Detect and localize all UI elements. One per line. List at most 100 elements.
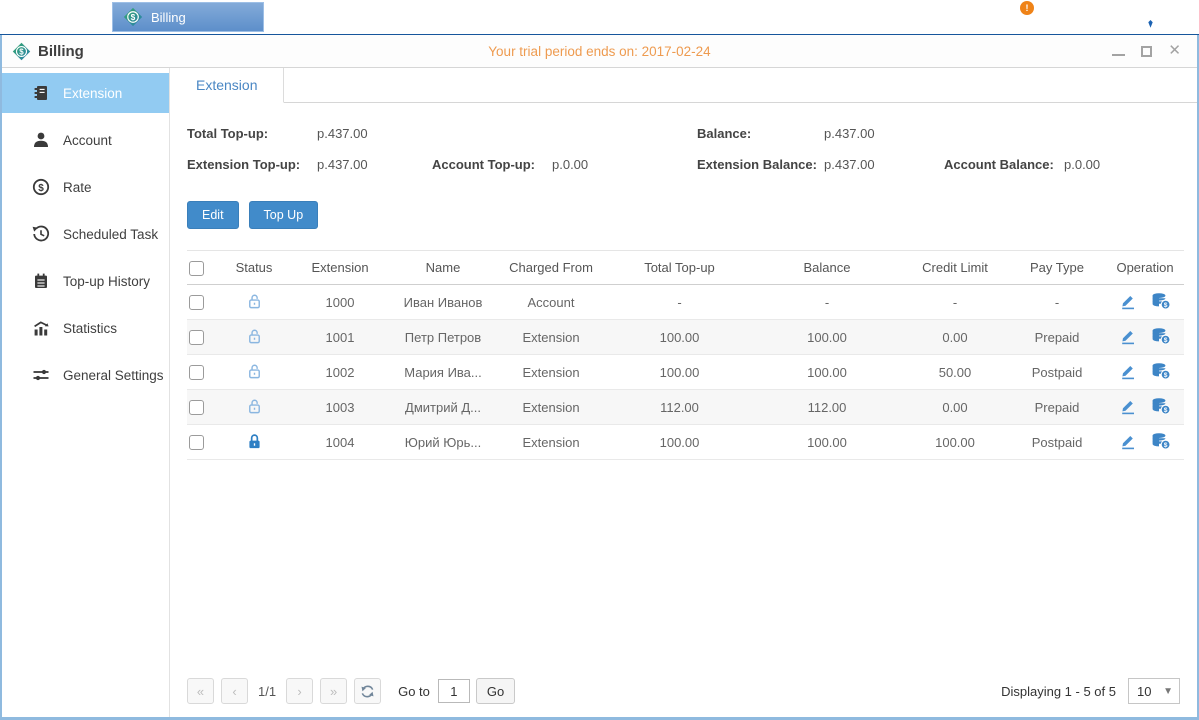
svg-text:$: $ — [19, 47, 24, 56]
history-clock-icon — [32, 225, 50, 243]
stats-chart-icon — [32, 319, 50, 337]
edit-icon[interactable] — [1119, 432, 1137, 453]
topup-button[interactable]: Top Up — [249, 201, 319, 229]
chevron-down-icon: ▼ — [1163, 686, 1173, 697]
toolbar: Edit Top Up — [187, 201, 1197, 229]
topup-coins-icon[interactable]: $ — [1151, 292, 1171, 313]
close-icon[interactable]: ✕ — [1168, 43, 1181, 59]
pay-type-cell: Postpaid — [1008, 425, 1106, 460]
status-cell — [219, 285, 289, 320]
summary-panel: Total Top-up: p.437.00 Balance: p.437.00… — [170, 103, 1197, 180]
edit-icon[interactable] — [1119, 292, 1137, 313]
sidebar-item-rate[interactable]: $ Rate — [2, 167, 169, 207]
sidebar-item-scheduled-task[interactable]: Scheduled Task — [2, 214, 169, 254]
messages-icon[interactable]: ! — [1001, 7, 1026, 28]
balance-cell: 112.00 — [752, 390, 902, 425]
edit-icon[interactable] — [1119, 362, 1137, 383]
topup-coins-icon[interactable]: $ — [1151, 327, 1171, 348]
pagination-bar: « ‹ 1/1 › » Go to Go Displaying — [170, 678, 1197, 717]
goto-label: Go to — [398, 684, 430, 699]
sidebar-item-top-up-history[interactable]: Top-up History — [2, 261, 169, 301]
total-topup-cell: 100.00 — [607, 425, 752, 460]
minimize-icon[interactable] — [1112, 43, 1125, 59]
person-icon — [32, 131, 50, 149]
topup-coins-icon[interactable]: $ — [1151, 362, 1171, 383]
col-name: Name — [391, 251, 495, 285]
edit-icon[interactable] — [1119, 397, 1137, 418]
extension-cell: 1000 — [289, 285, 391, 320]
sidebar-item-extension[interactable]: Extension — [2, 73, 169, 113]
col-charged-from: Charged From — [495, 251, 607, 285]
svg-text:$: $ — [1164, 407, 1168, 414]
total-topup-value: p.437.00 — [317, 126, 432, 141]
table-row[interactable]: 1000Иван ИвановAccount----$ — [187, 285, 1184, 320]
account-topup-label: Account Top-up: — [432, 157, 552, 172]
credit-limit-cell: 0.00 — [902, 320, 1008, 355]
tab-extension[interactable]: Extension — [170, 68, 284, 103]
row-checkbox[interactable] — [189, 365, 204, 380]
notebook-icon — [32, 272, 50, 290]
operation-cell: $ — [1106, 390, 1184, 425]
col-pay-type: Pay Type — [1008, 251, 1106, 285]
total-topup-cell: 112.00 — [607, 390, 752, 425]
taskbar-item-billing[interactable]: $ Billing — [112, 2, 264, 32]
sidebar-item-label: Rate — [63, 180, 92, 195]
balance-value: p.437.00 — [824, 126, 944, 141]
select-all-checkbox[interactable] — [189, 261, 204, 276]
os-taskbar: $ Billing ! — [0, 0, 1199, 35]
go-button[interactable]: Go — [476, 678, 515, 704]
pay-type-cell: - — [1008, 285, 1106, 320]
row-checkbox[interactable] — [189, 435, 204, 450]
row-checkbox[interactable] — [189, 330, 204, 345]
svg-text:$: $ — [38, 183, 44, 194]
reports-chart-icon[interactable] — [1068, 6, 1096, 29]
first-page-button[interactable]: « — [187, 678, 214, 704]
sidebar-item-label: Account — [63, 133, 112, 148]
taskbar-item-label: Billing — [151, 10, 186, 25]
next-page-button[interactable]: › — [286, 678, 313, 704]
charged-from-cell: Extension — [495, 425, 607, 460]
operation-cell: $ — [1106, 355, 1184, 390]
goto-page-input[interactable] — [438, 679, 470, 703]
last-page-button[interactable]: » — [320, 678, 347, 704]
topup-coins-icon[interactable]: $ — [1151, 397, 1171, 418]
extension-balance-label: Extension Balance: — [697, 157, 824, 172]
window-titlebar: $ Billing Your trial period ends on: 201… — [2, 35, 1197, 68]
edit-icon[interactable] — [1119, 327, 1137, 348]
table-row[interactable]: 1003Дмитрий Д...Extension112.00112.000.0… — [187, 390, 1184, 425]
sidebar-item-label: Statistics — [63, 321, 117, 336]
page-size-select[interactable]: 10 ▼ — [1128, 678, 1180, 704]
table-header-row: Status Extension Name Charged From Total… — [187, 251, 1184, 285]
refresh-button[interactable] — [354, 678, 381, 704]
extension-cell: 1003 — [289, 390, 391, 425]
sidebar-item-statistics[interactable]: Statistics — [2, 308, 169, 348]
prev-page-button[interactable]: ‹ — [221, 678, 248, 704]
name-cell: Иван Иванов — [391, 285, 495, 320]
topup-coins-icon[interactable]: $ — [1151, 432, 1171, 453]
status-cell — [219, 355, 289, 390]
tab-label: Extension — [196, 77, 257, 93]
app-grid-icon[interactable] — [40, 6, 66, 28]
row-checkbox[interactable] — [189, 295, 204, 310]
extension-topup-value: p.437.00 — [317, 157, 432, 172]
edit-button[interactable]: Edit — [187, 201, 239, 229]
lock-closed-icon — [246, 438, 263, 453]
sidebar-item-account[interactable]: Account — [2, 120, 169, 160]
col-credit-limit: Credit Limit — [902, 251, 1008, 285]
col-balance: Balance — [752, 251, 902, 285]
sidebar-item-general-settings[interactable]: General Settings — [2, 355, 169, 395]
row-checkbox[interactable] — [189, 400, 204, 415]
table-row[interactable]: 1004Юрий Юрь...Extension100.00100.00100.… — [187, 425, 1184, 460]
sidebar: Extension Account $ Rate Scheduled Task Top-u… — [2, 68, 170, 717]
svg-text:$: $ — [131, 12, 136, 22]
main-content: Extension Total Top-up: p.437.00 Balance… — [170, 68, 1197, 717]
user-account-icon[interactable] — [1138, 5, 1163, 29]
extension-cell: 1001 — [289, 320, 391, 355]
pay-type-cell: Prepaid — [1008, 320, 1106, 355]
maximize-icon[interactable] — [1141, 43, 1152, 59]
table-row[interactable]: 1002Мария Ива...Extension100.00100.0050.… — [187, 355, 1184, 390]
total-topup-cell: 100.00 — [607, 355, 752, 390]
account-topup-value: p.0.00 — [552, 157, 697, 172]
col-operation: Operation — [1106, 251, 1184, 285]
table-row[interactable]: 1001Петр ПетровExtension100.00100.000.00… — [187, 320, 1184, 355]
